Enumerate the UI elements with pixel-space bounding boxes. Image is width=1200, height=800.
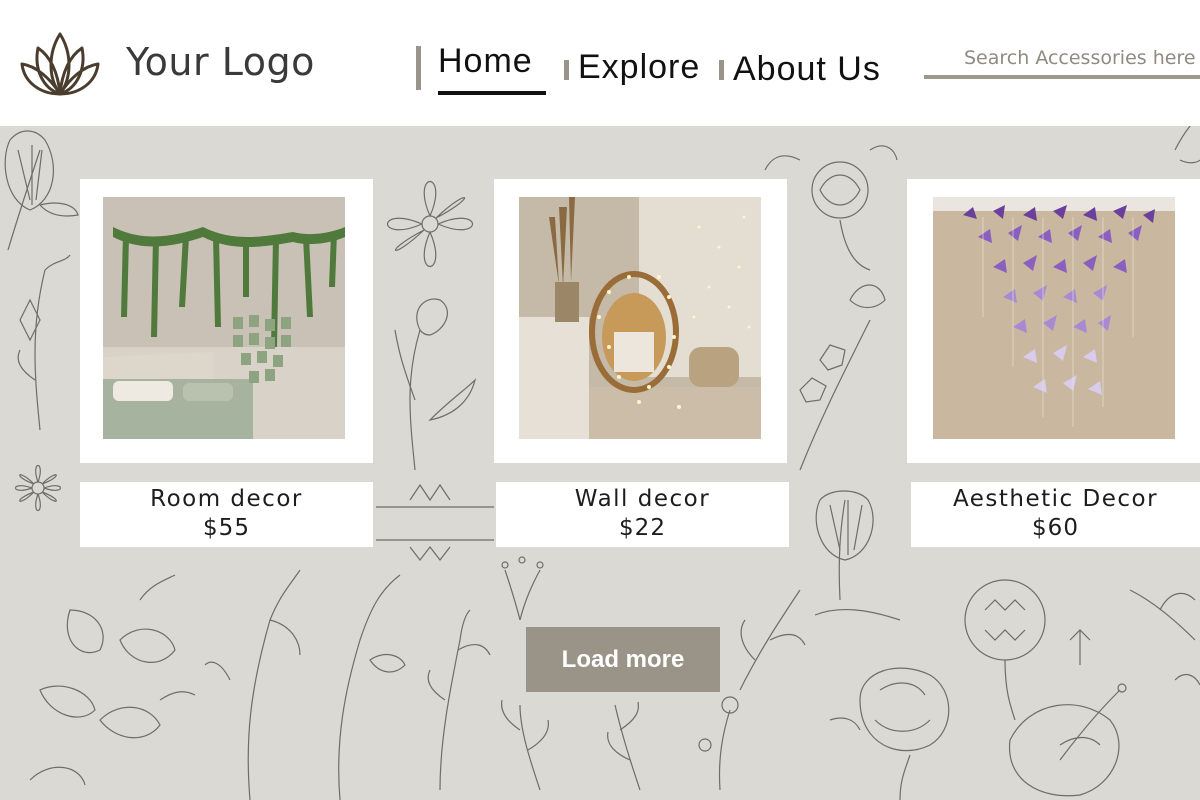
nav-marker <box>416 46 421 90</box>
baby-breath-sprig <box>501 556 544 621</box>
leaf-sprigs-bottom-center <box>500 696 739 791</box>
logo-text[interactable]: Your Logo <box>126 40 315 84</box>
product-name[interactable]: Aesthetic Decor <box>911 486 1200 512</box>
product-card-aesthetic-decor[interactable] <box>907 179 1200 463</box>
tulip-center <box>394 298 477 471</box>
aesthetic-decor-photo[interactable] <box>933 197 1175 439</box>
product-info-room-decor[interactable]: Room decor $55 <box>80 482 373 547</box>
blossom-branch-center-right <box>799 284 886 471</box>
lotus-icon[interactable] <box>18 28 102 100</box>
divider-ornament <box>376 483 494 561</box>
search-input[interactable] <box>924 40 1200 76</box>
product-name[interactable]: Room decor <box>80 486 373 512</box>
leafy-branch-right <box>739 589 806 691</box>
nav-explore-label[interactable]: Explore <box>578 48 700 87</box>
hibiscus-bottom-right <box>1009 683 1127 797</box>
nav-home[interactable]: Home <box>416 40 556 98</box>
product-info-wall-decor[interactable]: Wall decor $22 <box>496 482 789 547</box>
lily-bouquet-bottom-left <box>29 574 196 786</box>
branch-far-right <box>1129 589 1200 686</box>
site-header: Your Logo Home Explore About Us <box>0 0 1200 126</box>
search-underline <box>924 75 1200 79</box>
cosmos-flower-center <box>386 180 474 268</box>
floral-stems-bottom-left <box>204 569 491 800</box>
wall-decor-photo[interactable] <box>519 197 761 439</box>
stem-flowers-left <box>17 254 71 431</box>
nav-about-label[interactable]: About Us <box>733 50 881 89</box>
nav-active-underline <box>438 91 546 95</box>
hydrangea-right <box>964 579 1091 721</box>
nav-about[interactable]: About Us <box>719 40 889 98</box>
room-decor-photo[interactable] <box>103 197 345 439</box>
product-info-aesthetic-decor[interactable]: Aesthetic Decor $60 <box>911 482 1200 547</box>
product-price: $55 <box>203 515 250 541</box>
product-card-room-decor[interactable] <box>80 179 373 463</box>
protea-flower-center <box>814 490 901 621</box>
product-name[interactable]: Wall decor <box>496 486 789 512</box>
nav-marker <box>564 60 569 80</box>
daisy-left <box>14 464 62 512</box>
nav-explore[interactable]: Explore <box>564 40 704 98</box>
search-box <box>924 40 1200 80</box>
nav-marker <box>719 60 724 80</box>
product-price: $22 <box>619 515 666 541</box>
nav-home-label[interactable]: Home <box>438 42 533 81</box>
load-more-button[interactable]: Load more <box>526 627 720 692</box>
product-price: $60 <box>1032 515 1079 541</box>
protea-flower-left <box>4 130 79 251</box>
product-card-wall-decor[interactable] <box>494 179 787 463</box>
large-poppy-bottom-right <box>829 667 950 800</box>
